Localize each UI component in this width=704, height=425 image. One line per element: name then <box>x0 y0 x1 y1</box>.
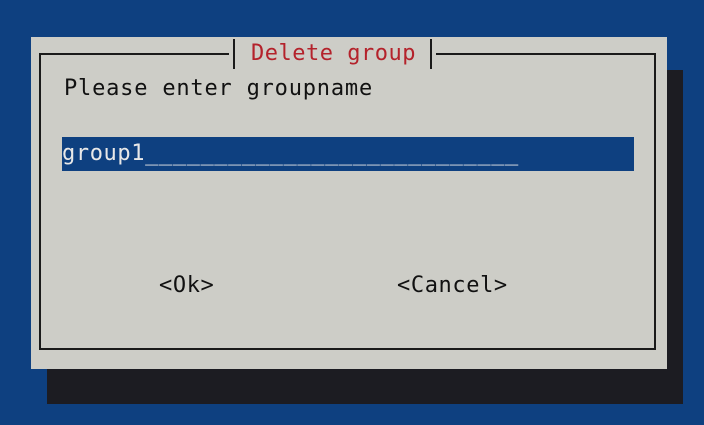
title-right-divider <box>429 38 432 69</box>
delete-group-dialog: Delete group Please enter groupname grou… <box>31 37 667 369</box>
dialog-title: Delete group <box>251 41 416 66</box>
groupname-input-value: group1 <box>62 141 146 166</box>
dialog-title-bar: Delete group <box>229 37 436 70</box>
ok-button[interactable]: <Ok> <box>159 273 214 298</box>
cancel-button[interactable]: <Cancel> <box>397 273 508 298</box>
terminal-screen: Delete group Please enter groupname grou… <box>0 0 704 425</box>
groupname-input[interactable]: group1___________________________ <box>62 137 634 171</box>
prompt-label: Please enter groupname <box>64 76 373 101</box>
groupname-input-fill: ___________________________ <box>145 141 519 166</box>
